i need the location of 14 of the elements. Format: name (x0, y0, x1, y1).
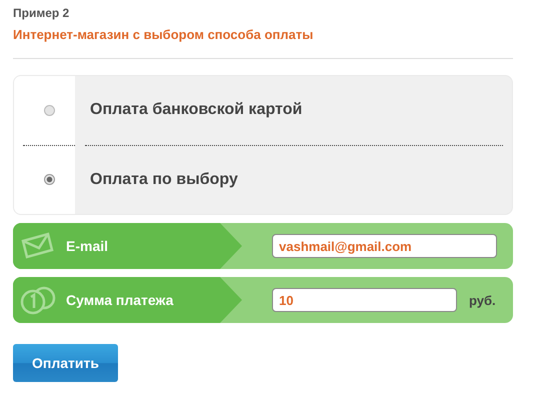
option-label: Оплата по выбору (90, 170, 238, 189)
option-label: Оплата банковской картой (90, 101, 302, 120)
radio-button[interactable] (44, 174, 54, 186)
section-title: Интернет-магазин с выбором способа оплаты (13, 27, 314, 42)
input-field[interactable]: 10 (272, 288, 457, 312)
field-label: E-mail (66, 238, 108, 254)
pay-button[interactable]: Оплатить (13, 344, 118, 382)
coins-icon (20, 286, 56, 314)
field-label: Сумма платежа (66, 292, 174, 308)
radio-button[interactable] (44, 104, 54, 116)
envelope-icon (22, 232, 54, 259)
currency-label: руб. (469, 292, 496, 308)
input-field[interactable]: vashmail@gmail.com (272, 234, 497, 258)
example-label: Пример 2 (13, 6, 70, 20)
